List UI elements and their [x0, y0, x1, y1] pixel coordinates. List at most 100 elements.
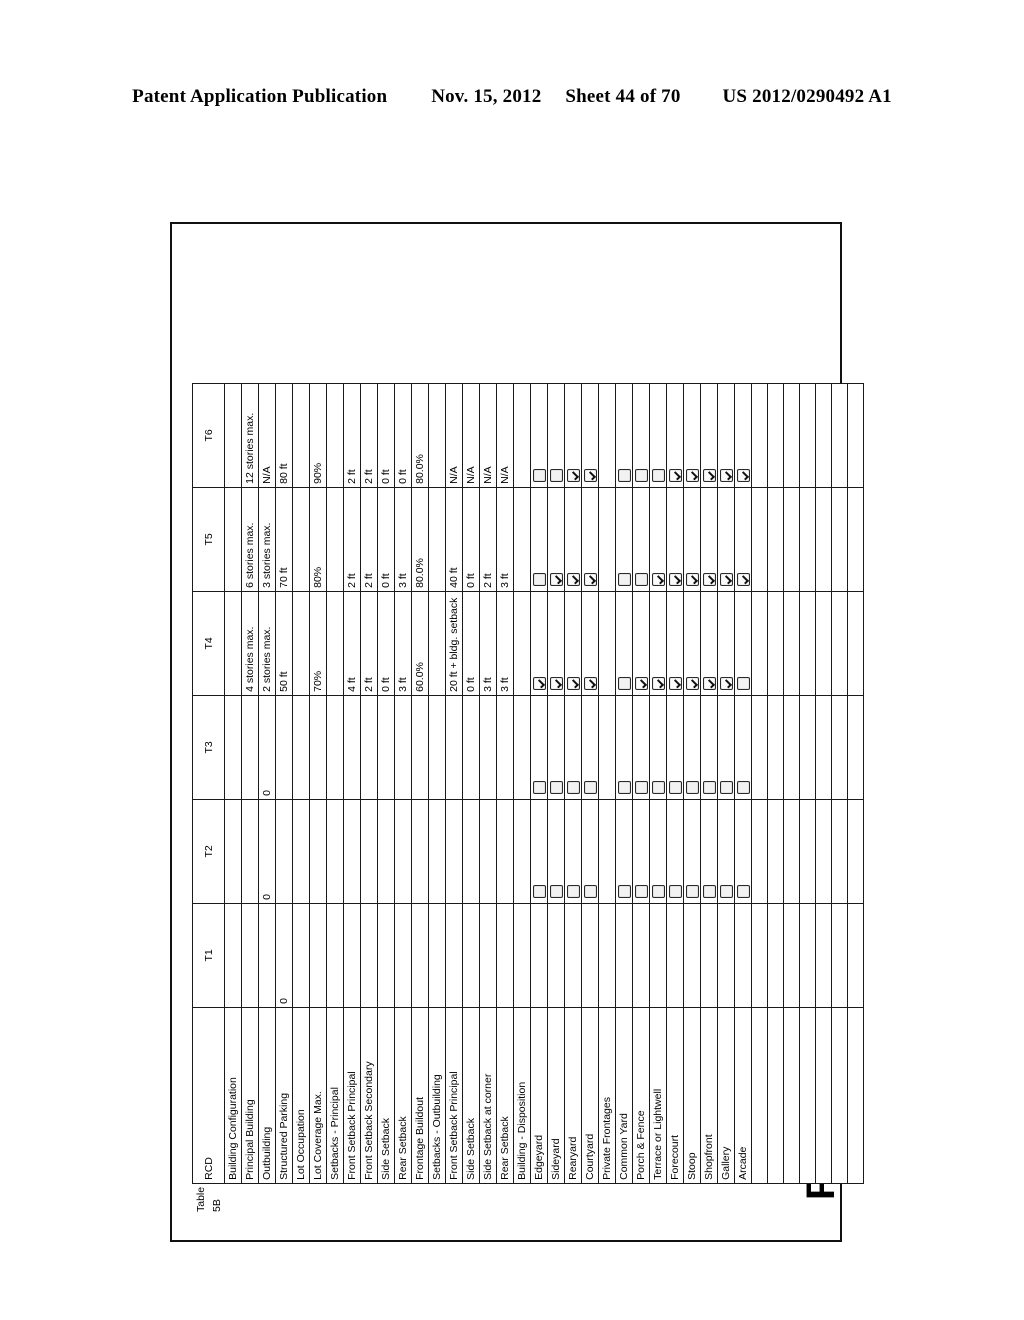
checkbox-checked-icon[interactable] [549, 676, 563, 690]
checkbox-cell [683, 487, 701, 592]
checkbox-cell [700, 799, 718, 904]
checkbox-empty-icon[interactable] [702, 780, 716, 794]
table-row: Gallery [717, 383, 735, 1212]
table-cell [513, 695, 531, 800]
checkbox-group [549, 387, 563, 484]
checkbox-empty-icon[interactable] [685, 780, 699, 794]
table-cell [496, 799, 514, 904]
checkbox-checked-icon[interactable] [583, 572, 597, 586]
checkbox-empty-icon[interactable] [617, 572, 631, 586]
checkbox-checked-icon[interactable] [651, 676, 665, 690]
checkbox-empty-icon[interactable] [617, 676, 631, 690]
table-row: Arcade [734, 383, 752, 1212]
checkbox-empty-icon[interactable] [702, 884, 716, 898]
checkbox-checked-icon[interactable] [668, 468, 682, 482]
checkbox-empty-icon[interactable] [685, 884, 699, 898]
checkbox-empty-icon[interactable] [651, 468, 665, 482]
row-gutter [480, 1183, 497, 1212]
checkbox-checked-icon[interactable] [685, 468, 699, 482]
checkbox-cell [700, 487, 718, 592]
checkbox-checked-icon[interactable] [566, 676, 580, 690]
table-cell [847, 799, 864, 904]
checkbox-empty-icon[interactable] [617, 884, 631, 898]
table-cell: 2 ft [360, 487, 378, 592]
checkbox-empty-icon[interactable] [532, 468, 546, 482]
checkbox-empty-icon[interactable] [736, 884, 750, 898]
checkbox-checked-icon[interactable] [583, 468, 597, 482]
table-row: Private Frontages [598, 383, 616, 1212]
checkbox-group [532, 595, 546, 692]
checkbox-empty-icon[interactable] [736, 676, 750, 690]
checkbox-empty-icon[interactable] [719, 884, 733, 898]
row-gutter [361, 1183, 378, 1212]
checkbox-checked-icon[interactable] [583, 676, 597, 690]
checkbox-checked-icon[interactable] [634, 676, 648, 690]
checkbox-empty-icon[interactable] [634, 468, 648, 482]
table-cell [815, 591, 832, 696]
checkbox-empty-icon[interactable] [583, 780, 597, 794]
checkbox-checked-icon[interactable] [532, 676, 546, 690]
checkbox-checked-icon[interactable] [651, 572, 665, 586]
table-row: Front Setback Principal 20 ft + bldg. set… [445, 383, 463, 1212]
table-cell: 6 stories max. [241, 487, 259, 592]
checkbox-empty-icon[interactable] [617, 468, 631, 482]
checkbox-checked-icon[interactable] [668, 676, 682, 690]
table-cell [377, 903, 395, 1008]
checkbox-checked-icon[interactable] [702, 676, 716, 690]
table-cell [241, 695, 259, 800]
checkbox-group [634, 595, 648, 692]
checkbox-checked-icon[interactable] [668, 572, 682, 586]
table-cell [343, 695, 361, 800]
checkbox-checked-icon[interactable] [719, 676, 733, 690]
table-cell [326, 383, 344, 488]
checkbox-checked-icon[interactable] [566, 468, 580, 482]
checkbox-checked-icon[interactable] [702, 468, 716, 482]
checkbox-checked-icon[interactable] [736, 572, 750, 586]
checkbox-checked-icon[interactable] [549, 572, 563, 586]
checkbox-empty-icon[interactable] [549, 884, 563, 898]
checkbox-empty-icon[interactable] [634, 572, 648, 586]
checkbox-empty-icon[interactable] [549, 468, 563, 482]
checkbox-empty-icon[interactable] [532, 780, 546, 794]
table-cell [799, 695, 816, 800]
checkbox-cell [666, 487, 684, 592]
checkbox-cell [564, 695, 582, 800]
table-cell [783, 903, 800, 1008]
checkbox-empty-icon[interactable] [549, 780, 563, 794]
checkbox-empty-icon[interactable] [634, 780, 648, 794]
checkbox-empty-icon[interactable] [532, 884, 546, 898]
checkbox-empty-icon[interactable] [719, 780, 733, 794]
checkbox-empty-icon[interactable] [668, 780, 682, 794]
checkbox-empty-icon[interactable] [634, 884, 648, 898]
checkbox-empty-icon[interactable] [617, 780, 631, 794]
row-label: Rearyard [564, 1007, 582, 1184]
table-cell: 0 ft [377, 487, 395, 592]
checkbox-checked-icon[interactable] [719, 468, 733, 482]
checkbox-checked-icon[interactable] [736, 468, 750, 482]
checkbox-checked-icon[interactable] [685, 572, 699, 586]
checkbox-empty-icon[interactable] [651, 884, 665, 898]
table-row: Building Configuration [224, 383, 242, 1212]
checkbox-empty-icon[interactable] [736, 780, 750, 794]
section-header-label: Building Configuration [224, 1007, 242, 1184]
checkbox-group [617, 803, 631, 900]
publication-label: Patent Application Publication [132, 86, 388, 107]
checkbox-empty-icon[interactable] [583, 884, 597, 898]
checkbox-cell [649, 695, 667, 800]
table-cell [377, 799, 395, 904]
row-gutter [816, 1183, 832, 1212]
checkbox-checked-icon[interactable] [719, 572, 733, 586]
checkbox-checked-icon[interactable] [702, 572, 716, 586]
checkbox-checked-icon[interactable] [566, 572, 580, 586]
checkbox-group [549, 491, 563, 588]
checkbox-empty-icon[interactable] [532, 572, 546, 586]
row-gutter [531, 1183, 548, 1212]
figure-stage: FIG. 14 Table 5B RCD T1 T2 T3 T4 T5 T6 B… [162, 200, 864, 1260]
checkbox-empty-icon[interactable] [566, 884, 580, 898]
checkbox-checked-icon[interactable] [685, 676, 699, 690]
checkbox-empty-icon[interactable] [668, 884, 682, 898]
checkbox-empty-icon[interactable] [566, 780, 580, 794]
table-cell [224, 799, 242, 904]
checkbox-empty-icon[interactable] [651, 780, 665, 794]
table-cell [767, 487, 784, 592]
